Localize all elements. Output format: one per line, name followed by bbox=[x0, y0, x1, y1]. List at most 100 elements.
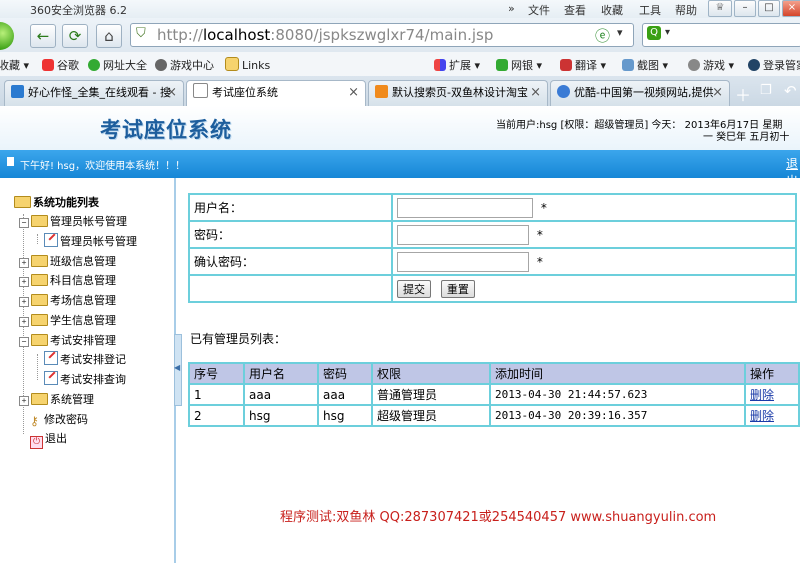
sidebar-item-student-info[interactable]: + 学生信息管理 bbox=[19, 312, 116, 328]
password-input[interactable] bbox=[397, 224, 529, 245]
expand-icon[interactable]: + bbox=[19, 396, 29, 406]
address-url: http://localhost:8080/jspkszwglxr74/main… bbox=[157, 26, 494, 44]
sidebar-item-system-admin[interactable]: + 系统管理 bbox=[19, 391, 94, 407]
minimize-icon[interactable]: – bbox=[734, 0, 756, 17]
collapse-icon[interactable]: − bbox=[19, 337, 29, 347]
ext-translate[interactable]: 翻译 ▾ bbox=[560, 57, 606, 73]
menu-more-icon[interactable]: » bbox=[508, 2, 515, 15]
tab-list-icon[interactable]: ❐ bbox=[760, 83, 772, 98]
row-username: aaa bbox=[243, 383, 319, 406]
sidebar-collapse-handle[interactable]: ◀ bbox=[174, 334, 182, 406]
menu-file[interactable]: 文件 bbox=[528, 2, 550, 18]
admin-list-table: 序号 用户名 密码 权限 添加时间 操作 1 aaa aaa 普通管理员 201… bbox=[188, 362, 800, 427]
folder-open-icon bbox=[14, 196, 31, 208]
menu-tools[interactable]: 工具 bbox=[639, 2, 661, 18]
tree-root: 系统功能列表 bbox=[14, 194, 99, 210]
sidebar-item-admin-account-group[interactable]: − 管理员帐号管理 bbox=[19, 213, 127, 229]
tree-line bbox=[37, 354, 38, 380]
address-dropdown-icon[interactable]: ▾ bbox=[617, 26, 623, 39]
username-cell: * bbox=[391, 193, 797, 222]
fav-links[interactable]: Links bbox=[225, 57, 270, 72]
row-action-cell: 删除 bbox=[744, 404, 800, 427]
google-icon bbox=[42, 59, 54, 71]
tab-close-icon[interactable]: × bbox=[712, 81, 723, 105]
row-added-time: 2013-04-30 21:44:57.623 bbox=[489, 383, 746, 406]
ext-games[interactable]: 游戏 ▾ bbox=[688, 57, 734, 73]
sidebar-item-subject-info[interactable]: + 科目信息管理 bbox=[19, 272, 116, 288]
tab-close-icon[interactable]: × bbox=[348, 81, 359, 105]
fav-google[interactable]: 谷歌 bbox=[42, 57, 79, 73]
sidebar-item-change-password[interactable]: ⚷ 修改密码 bbox=[30, 411, 88, 427]
delete-link[interactable]: 删除 bbox=[750, 388, 774, 402]
expand-icon[interactable]: + bbox=[19, 317, 29, 327]
collapse-icon[interactable]: − bbox=[19, 218, 29, 228]
address-bar[interactable]: ⛉ http://localhost:8080/jspkszwglxr74/ma… bbox=[130, 23, 634, 47]
row-added-time: 2013-04-30 20:39:16.357 bbox=[489, 404, 746, 427]
tree-line bbox=[37, 234, 38, 244]
lunar-date: 一 癸巳年 五月初十 bbox=[703, 132, 790, 143]
browser-title: 360安全浏览器 6.2 bbox=[30, 4, 127, 17]
required-mark: * bbox=[536, 228, 543, 242]
sidebar-item-exam-schedule-register[interactable]: 考试安排登记 bbox=[44, 351, 126, 367]
folder-icon bbox=[31, 294, 48, 306]
fav-hao-site[interactable]: 网址大全 bbox=[88, 57, 147, 73]
new-tab-icon[interactable]: ＋ bbox=[735, 82, 751, 106]
tab-close-icon[interactable]: × bbox=[166, 81, 177, 105]
tab-youku[interactable]: 优酷-中国第一视频网站,提供 × bbox=[550, 80, 730, 106]
tab-exam-seat-system[interactable]: 考试座位系统 × bbox=[186, 80, 366, 107]
column-header: 密码 bbox=[317, 362, 373, 385]
close-window-icon[interactable]: × bbox=[782, 0, 800, 17]
empty-cell bbox=[188, 274, 393, 303]
home-icon[interactable]: ⌂ bbox=[96, 24, 122, 48]
username-input[interactable] bbox=[397, 197, 533, 218]
sidebar-item-exam-schedule-group[interactable]: − 考试安排管理 bbox=[19, 332, 116, 348]
maximize-icon[interactable]: □ bbox=[758, 0, 780, 17]
fav-game-center[interactable]: 游戏中心 bbox=[155, 57, 214, 73]
confirm-password-label: 确认密码： bbox=[188, 247, 393, 276]
refresh-icon[interactable]: ⟳ bbox=[62, 24, 88, 48]
tab-haoxin[interactable]: 好心作怪_全集_在线观看 - 搜 × bbox=[4, 80, 184, 106]
menu-favorites[interactable]: 收藏 bbox=[601, 2, 623, 18]
skin-icon[interactable]: ♕ bbox=[708, 0, 732, 17]
tab-close-icon[interactable]: × bbox=[530, 81, 541, 105]
ext-extensions[interactable]: 扩展 ▾ bbox=[434, 57, 480, 73]
edit-note-icon bbox=[44, 371, 58, 385]
row-number: 1 bbox=[188, 383, 245, 406]
submit-button[interactable]: 提交 bbox=[397, 279, 431, 298]
required-mark: * bbox=[540, 201, 547, 215]
expand-icon[interactable]: + bbox=[19, 258, 29, 268]
search-input[interactable]: Q ▾ bbox=[642, 23, 800, 47]
menu-help[interactable]: 帮助 bbox=[675, 2, 697, 18]
scissors-icon bbox=[622, 59, 634, 71]
system-title: 考试座位系统 bbox=[100, 117, 232, 142]
row-number: 2 bbox=[188, 404, 245, 427]
favorites-menu[interactable]: 收藏 ▾ bbox=[0, 57, 29, 73]
expand-icon[interactable]: + bbox=[19, 277, 29, 287]
ext-online-bank[interactable]: 网银 ▾ bbox=[496, 57, 542, 73]
key-icon: ⚷ bbox=[30, 414, 39, 428]
confirm-password-input[interactable] bbox=[397, 251, 529, 272]
password-cell: * bbox=[391, 220, 797, 249]
search-engine-dropdown-icon[interactable]: ▾ bbox=[665, 27, 670, 38]
expand-icon[interactable]: + bbox=[19, 297, 29, 307]
browser-title-bar: 360安全浏览器 6.2 » 文件 查看 收藏 工具 帮助 ♕ – □ × bbox=[0, 0, 800, 18]
ie-mode-icon[interactable]: ⓔ bbox=[595, 25, 610, 46]
search-engine-icon[interactable]: Q bbox=[647, 26, 661, 40]
reset-button[interactable]: 重置 bbox=[440, 279, 475, 298]
sidebar-item-class-info[interactable]: + 班级信息管理 bbox=[19, 253, 116, 269]
folder-icon bbox=[31, 274, 48, 286]
sidebar-item-logout[interactable]: ⏻ 退出 bbox=[30, 430, 67, 449]
sidebar-item-admin-account[interactable]: 管理员帐号管理 bbox=[44, 233, 137, 249]
sidebar-item-exam-schedule-query[interactable]: 考试安排查询 bbox=[44, 371, 126, 387]
undo-close-icon[interactable]: ↶ bbox=[784, 82, 797, 100]
back-icon[interactable]: ← bbox=[30, 24, 56, 48]
tab-default-search[interactable]: 默认搜索页-双鱼林设计淘宝 × bbox=[368, 80, 548, 106]
ext-login-manager[interactable]: 登录管家 bbox=[748, 57, 800, 73]
site-nav-icon bbox=[88, 59, 100, 71]
menu-view[interactable]: 查看 bbox=[564, 2, 586, 18]
delete-link[interactable]: 删除 bbox=[750, 409, 774, 423]
folder-icon bbox=[31, 393, 48, 405]
ext-screenshot[interactable]: 截图 ▾ bbox=[622, 57, 668, 73]
sidebar-item-exam-room-info[interactable]: + 考场信息管理 bbox=[19, 292, 116, 308]
logout-link[interactable]: 退出 bbox=[786, 155, 800, 189]
